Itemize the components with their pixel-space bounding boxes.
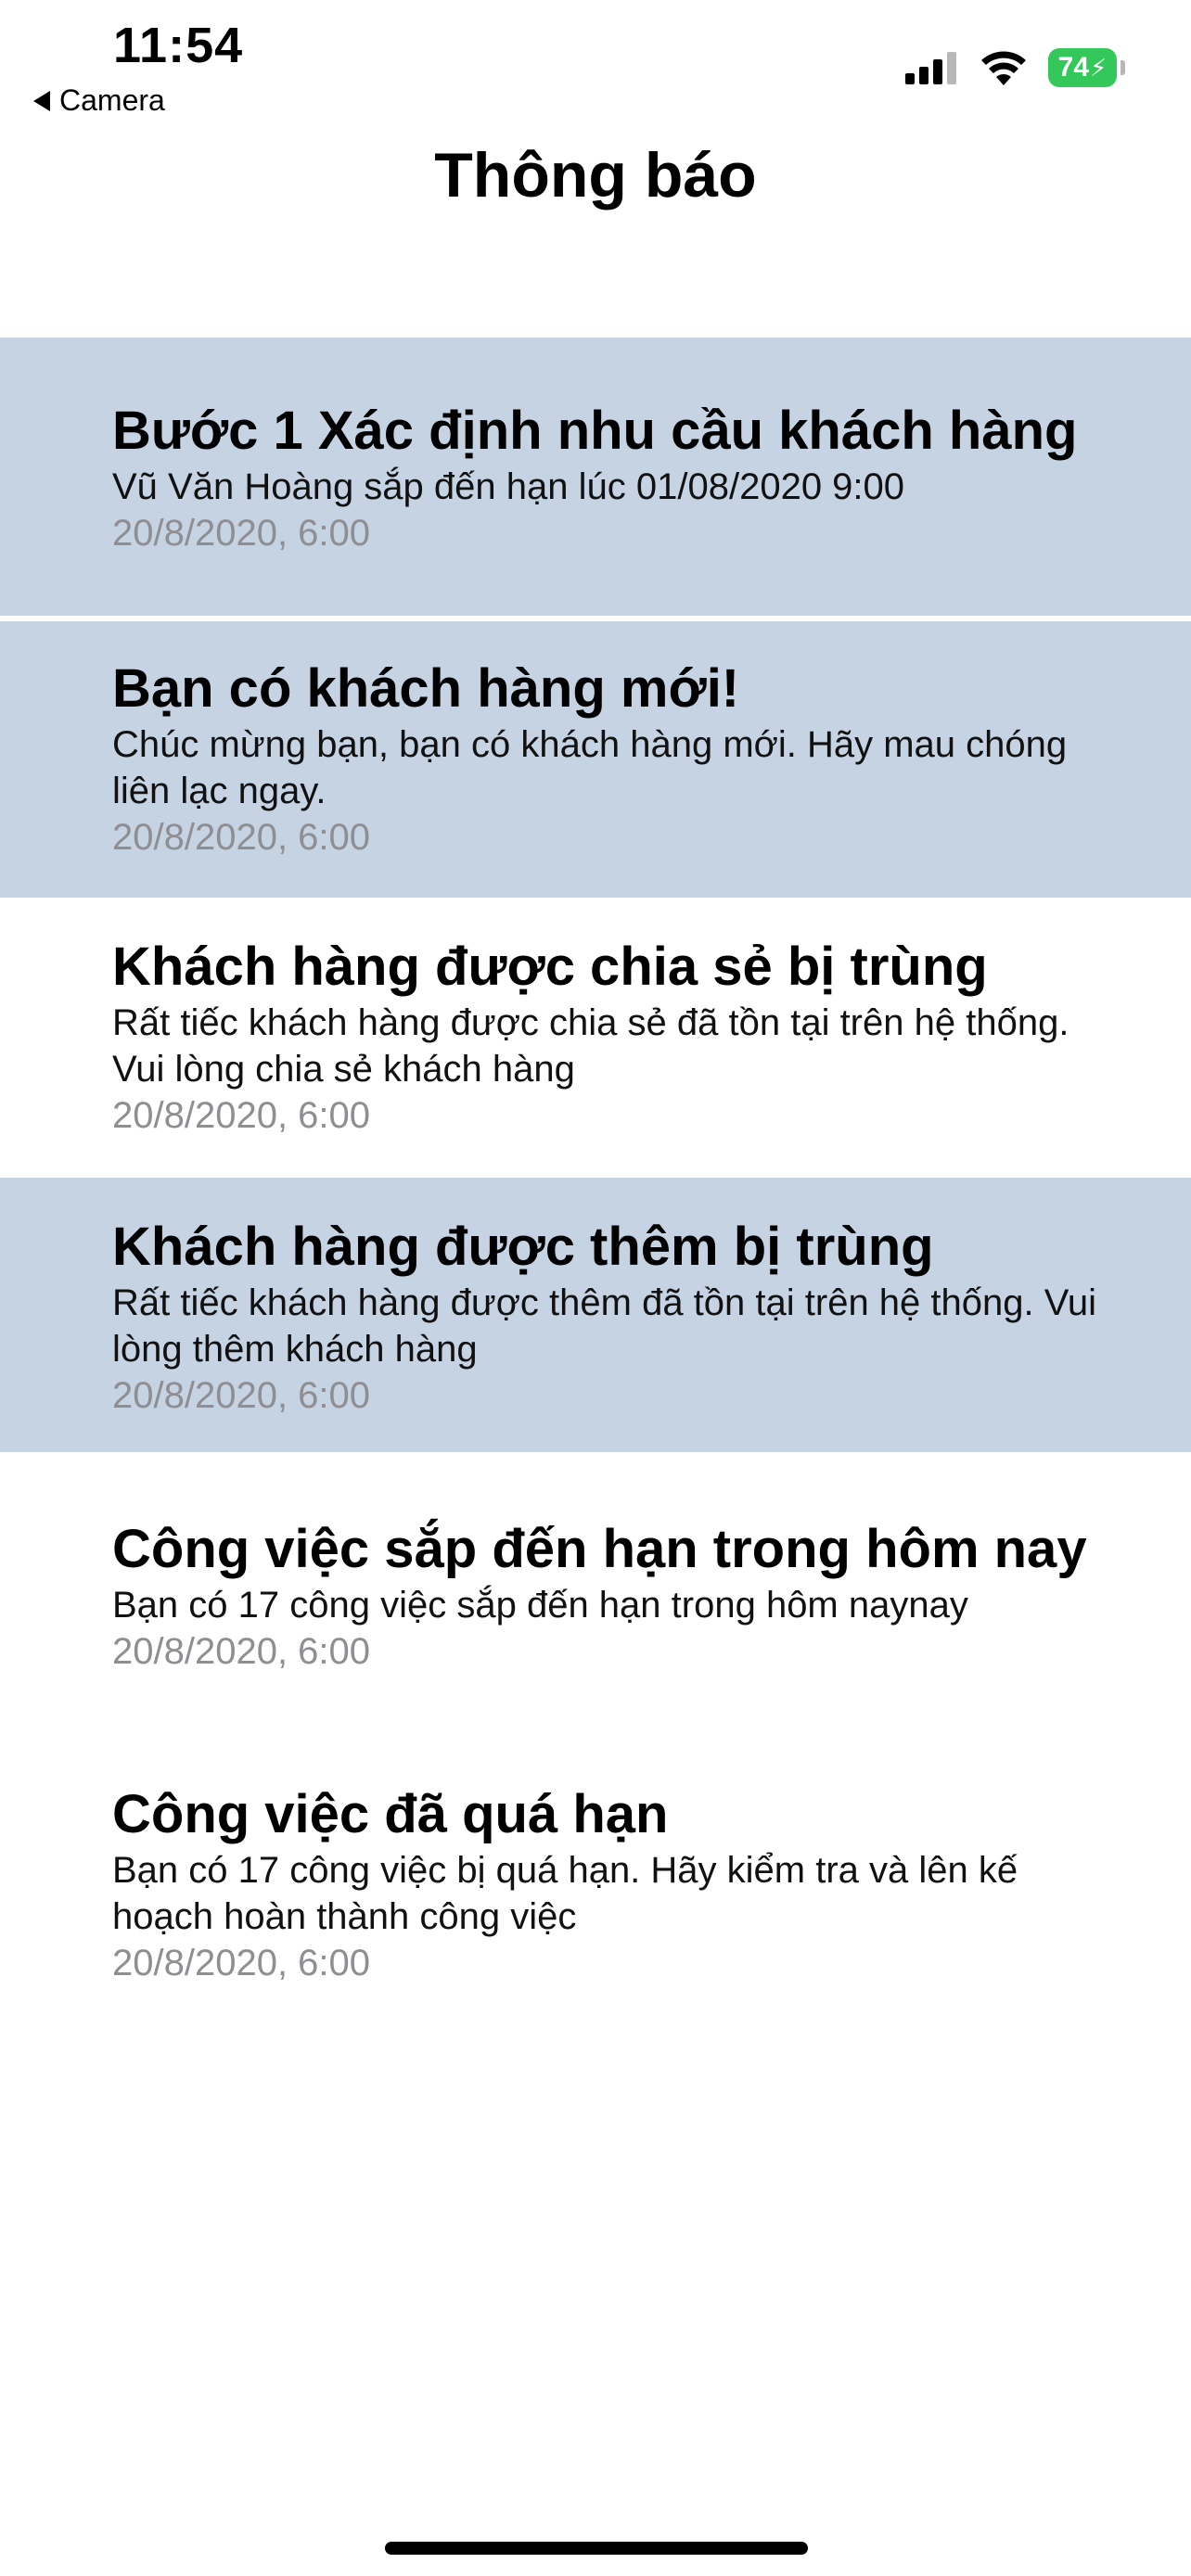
notification-title: Khách hàng được thêm bị trùng (112, 1217, 934, 1277)
charging-bolt-icon: ⚡ (1090, 53, 1108, 82)
notification-body: Vũ Văn Hoàng sắp đến hạn lúc 01/08/2020 … (112, 466, 905, 507)
battery-level: 74 (1057, 52, 1090, 83)
wifi-icon (981, 51, 1026, 85)
notifications-screen: 11:54 Camera 74 ⚡ Thông báo Bước 1 Xác đ… (0, 0, 1191, 2576)
page-title: Thông báo (434, 140, 757, 210)
notification-title: Bước 1 Xác định nhu cầu khách hàng (112, 401, 1078, 461)
notification-body: Chúc mừng bạn, bạn có khách hàng mới. Hã… (112, 724, 1068, 811)
status-bar: 11:54 Camera 74 ⚡ (0, 0, 1191, 130)
notification-title: Công việc sắp đến hạn trong hôm nay (112, 1519, 1087, 1579)
battery-icon: 74 ⚡ (1048, 48, 1125, 87)
notification-item[interactable]: Công việc đã quá hạn Bạn có 17 công việc… (0, 1749, 1191, 2023)
notification-list: Bước 1 Xác định nhu cầu khách hàng Vũ Vă… (0, 338, 1191, 2023)
notification-time: 20/8/2020, 6:00 (112, 817, 371, 858)
notification-title: Công việc đã quá hạn (112, 1784, 669, 1844)
notification-item[interactable]: Bạn có khách hàng mới! Chúc mừng bạn, bạ… (0, 621, 1191, 898)
notification-title: Bạn có khách hàng mới! (112, 658, 740, 719)
notification-time: 20/8/2020, 6:00 (112, 1375, 371, 1416)
notification-body: Bạn có 17 công việc bị quá hạn. Hãy kiểm… (112, 1850, 1018, 1937)
notification-item[interactable]: Khách hàng được thêm bị trùng Rất tiếc k… (0, 1178, 1191, 1452)
battery-cap (1121, 60, 1125, 75)
back-arrow-icon (33, 90, 50, 111)
notification-time: 20/8/2020, 6:00 (112, 513, 371, 554)
status-time: 11:54 (113, 18, 244, 73)
cellular-signal-icon (905, 52, 956, 84)
back-to-camera-button[interactable]: Camera (33, 83, 165, 118)
notification-body: Bạn có 17 công việc sắp đến hạn trong hô… (112, 1585, 968, 1626)
status-icons: 74 ⚡ (905, 45, 1125, 91)
notification-item[interactable]: Khách hàng được chia sẻ bị trùng Rất tiế… (0, 898, 1191, 1178)
notification-time: 20/8/2020, 6:00 (112, 1943, 371, 1983)
notification-body: Rất tiếc khách hàng được chia sẻ đã tồn … (112, 1002, 1069, 1090)
notification-time: 20/8/2020, 6:00 (112, 1631, 371, 1672)
back-label: Camera (59, 83, 165, 117)
notification-item[interactable]: Bước 1 Xác định nhu cầu khách hàng Vũ Vă… (0, 338, 1191, 616)
notification-body: Rất tiếc khách hàng được thêm đã tồn tại… (112, 1282, 1097, 1370)
notification-title: Khách hàng được chia sẻ bị trùng (112, 937, 988, 997)
home-indicator[interactable] (385, 2542, 808, 2555)
notification-time: 20/8/2020, 6:00 (112, 1095, 371, 1136)
notification-item[interactable]: Công việc sắp đến hạn trong hôm nay Bạn … (0, 1452, 1191, 1749)
